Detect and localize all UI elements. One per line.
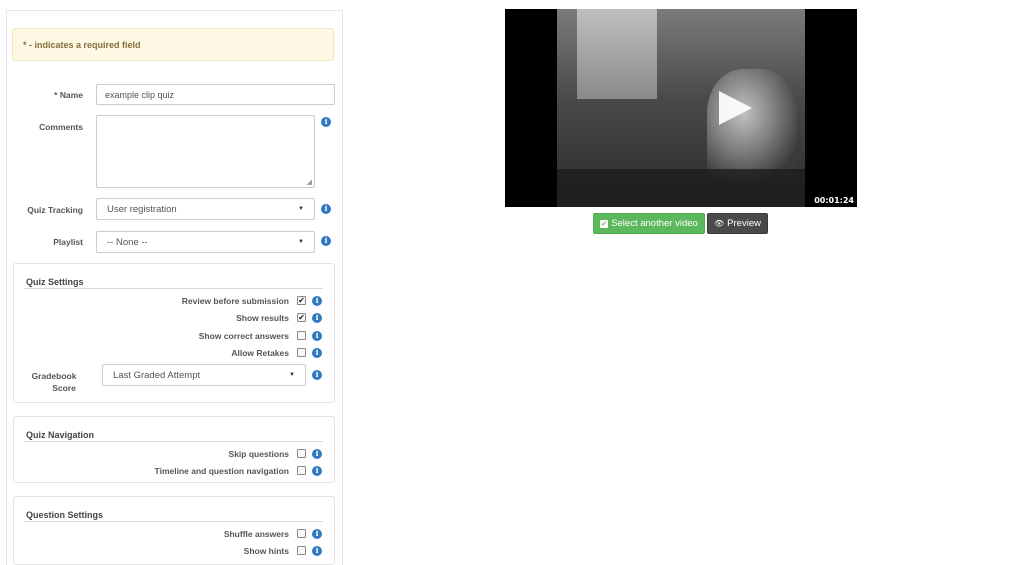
- shuffle-answers-checkbox[interactable]: [297, 529, 306, 538]
- allow-retakes-label: Allow Retakes: [231, 348, 289, 358]
- name-input[interactable]: example clip quiz: [96, 84, 335, 105]
- play-icon[interactable]: [719, 91, 752, 125]
- required-field-notice: * - indicates a required field: [12, 28, 334, 61]
- shuffle-answers-label: Shuffle answers: [223, 529, 289, 539]
- chevron-down-icon: ▼: [289, 372, 295, 378]
- checkmark-icon: ✔: [298, 312, 305, 322]
- chevron-down-icon: ▼: [298, 239, 304, 245]
- timeline-navigation-info-icon[interactable]: i: [312, 466, 322, 476]
- quiz-tracking-label: Quiz Tracking: [27, 205, 83, 215]
- timeline-navigation-label: Timeline and question navigation: [154, 466, 289, 476]
- timeline-navigation-checkbox[interactable]: [297, 466, 306, 475]
- resize-handle-icon[interactable]: ◢: [307, 179, 312, 186]
- playlist-info-icon[interactable]: i: [321, 236, 331, 246]
- comments-info-icon[interactable]: i: [321, 117, 331, 127]
- checkmark-icon: ✔: [298, 295, 305, 305]
- show-hints-info-icon[interactable]: i: [312, 546, 322, 556]
- select-another-video-button[interactable]: ✔ Select another video: [593, 213, 705, 234]
- playlist-select[interactable]: -- None -- ▼: [96, 231, 315, 253]
- gradebook-score-select-value: Last Graded Attempt: [113, 369, 201, 381]
- video-timecode: 00:01:24: [814, 196, 854, 205]
- gradebook-score-label: Gradebook Score: [20, 370, 88, 394]
- shuffle-answers-info-icon[interactable]: i: [312, 529, 322, 539]
- video-scene-shadow: [557, 169, 805, 207]
- eye-icon: 👁: [714, 219, 725, 228]
- name-label: * Name: [54, 90, 83, 100]
- comments-textarea[interactable]: ◢: [96, 115, 315, 188]
- question-settings-legend: Question Settings: [26, 510, 104, 520]
- quiz-tracking-select-value: User registration: [107, 203, 177, 215]
- legend-divider: [24, 441, 323, 442]
- required-field-notice-text: * - indicates a required field: [23, 39, 141, 50]
- playlist-label: Playlist: [53, 237, 83, 247]
- gradebook-score-select[interactable]: Last Graded Attempt ▼: [102, 364, 306, 386]
- chevron-down-icon: ▼: [298, 206, 304, 212]
- review-before-submission-label: Review before submission: [181, 296, 289, 306]
- comments-label: Comments: [39, 122, 83, 132]
- select-another-video-label: Select another video: [611, 218, 698, 229]
- allow-retakes-info-icon[interactable]: i: [312, 348, 322, 358]
- legend-divider: [24, 288, 323, 289]
- preview-label: Preview: [727, 218, 761, 229]
- show-hints-label: Show hints: [243, 546, 289, 556]
- playlist-select-value: -- None --: [107, 236, 148, 248]
- name-input-value: example clip quiz: [105, 89, 175, 100]
- skip-questions-info-icon[interactable]: i: [312, 449, 322, 459]
- show-correct-answers-label: Show correct answers: [198, 331, 289, 341]
- skip-questions-label: Skip questions: [228, 449, 289, 459]
- preview-button[interactable]: 👁 Preview: [707, 213, 768, 234]
- video-player[interactable]: 00:01:24: [505, 9, 857, 207]
- show-results-checkbox[interactable]: ✔: [297, 313, 306, 322]
- video-scene-window: [577, 9, 657, 99]
- quiz-tracking-info-icon[interactable]: i: [321, 204, 331, 214]
- gradebook-label-line1: Gradebook: [31, 371, 77, 381]
- show-results-label: Show results: [236, 313, 289, 323]
- show-correct-answers-info-icon[interactable]: i: [312, 331, 322, 341]
- review-before-submission-info-icon[interactable]: i: [312, 296, 322, 306]
- quiz-settings-legend: Quiz Settings: [26, 277, 84, 287]
- show-results-info-icon[interactable]: i: [312, 313, 322, 323]
- skip-questions-checkbox[interactable]: [297, 449, 306, 458]
- allow-retakes-checkbox[interactable]: [297, 348, 306, 357]
- video-frame: [557, 9, 805, 207]
- checkbox-icon: ✔: [600, 219, 609, 228]
- show-correct-answers-checkbox[interactable]: [297, 331, 306, 340]
- legend-divider: [24, 521, 323, 522]
- quiz-navigation-legend: Quiz Navigation: [26, 430, 95, 440]
- gradebook-label-line2: Score: [52, 383, 76, 393]
- quiz-tracking-select[interactable]: User registration ▼: [96, 198, 315, 220]
- show-hints-checkbox[interactable]: [297, 546, 306, 555]
- review-before-submission-checkbox[interactable]: ✔: [297, 296, 306, 305]
- gradebook-score-info-icon[interactable]: i: [312, 370, 322, 380]
